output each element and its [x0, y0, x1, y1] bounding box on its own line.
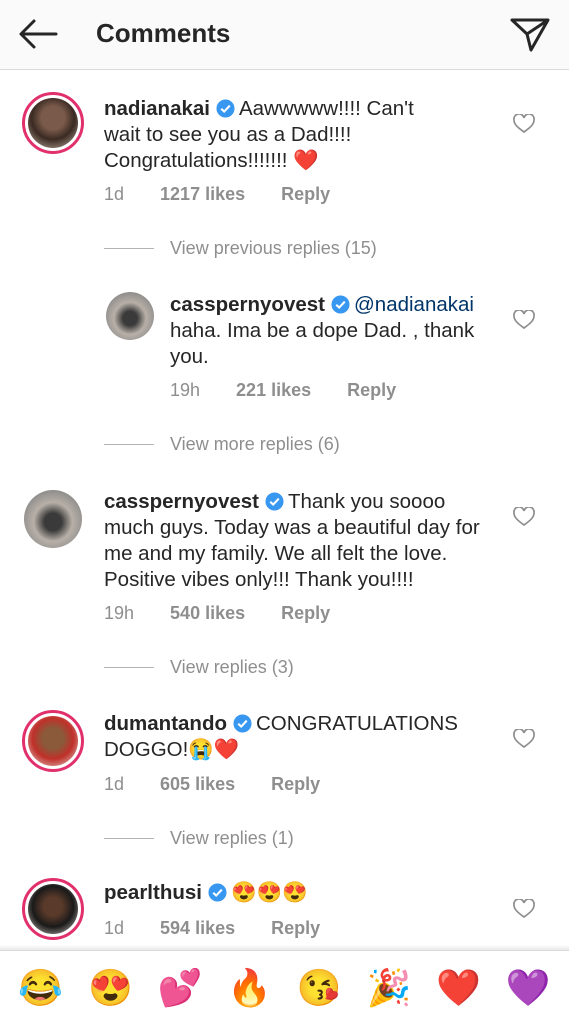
emoji-heart-eyes-icon[interactable]: 😍 [86, 967, 134, 1008]
verified-badge-icon [331, 295, 350, 314]
comment-username[interactable]: nadianakai [104, 97, 210, 120]
comment-username[interactable]: pearlthusi [104, 881, 202, 904]
verified-badge-icon [216, 99, 235, 118]
emoji-fire-icon[interactable]: 🔥 [226, 967, 274, 1008]
likes-count[interactable]: 221 likes [236, 380, 311, 400]
verified-badge-icon [208, 883, 227, 902]
reply-button[interactable]: Reply [271, 918, 320, 938]
view-replies-link[interactable]: View replies (1) [104, 828, 294, 849]
avatar[interactable] [22, 878, 84, 940]
comment-time: 19h [170, 380, 201, 400]
likes-count[interactable]: 540 likes [170, 603, 245, 623]
comment-time: 19h [104, 603, 135, 623]
reply-button[interactable]: Reply [271, 774, 320, 794]
page-title: Comments [96, 18, 231, 48]
comment-text: 😍😍😍 [230, 881, 308, 904]
emoji-party-popper-icon[interactable]: 🎉 [365, 967, 413, 1008]
emoji-two-hearts-icon[interactable]: 💕 [156, 967, 204, 1008]
emoji-red-heart-icon[interactable]: ❤️ [435, 967, 483, 1008]
comment-text: haha. Ima be a dope Dad. , thank you. [170, 319, 475, 368]
direct-message-icon[interactable] [509, 14, 551, 54]
emoji-quick-bar: 😂 😍 💕 🔥 😘 🎉 ❤️ 💜 [0, 950, 569, 1024]
reply-button[interactable]: Reply [347, 380, 396, 400]
emoji-kiss-icon[interactable]: 😘 [295, 967, 343, 1008]
comment-time: 1d [104, 184, 125, 204]
emoji-purple-heart-icon[interactable]: 💜 [504, 967, 552, 1008]
avatar[interactable] [22, 92, 84, 154]
comment-time: 1d [104, 774, 125, 794]
comment-time: 1d [104, 918, 125, 938]
likes-count[interactable]: 605 likes [160, 774, 235, 794]
like-heart-icon[interactable] [513, 507, 535, 527]
avatar[interactable] [22, 710, 84, 772]
view-replies-link[interactable]: View more replies (6) [104, 434, 340, 455]
back-arrow-icon[interactable] [16, 16, 60, 52]
avatar[interactable] [106, 292, 154, 340]
like-heart-icon[interactable] [513, 310, 535, 330]
view-replies-link[interactable]: View replies (3) [104, 657, 294, 678]
mention-link[interactable]: @nadianakai [354, 293, 474, 316]
comment-username[interactable]: casspernyovest [104, 490, 259, 513]
likes-count[interactable]: 1217 likes [160, 184, 245, 204]
verified-badge-icon [233, 714, 252, 733]
like-heart-icon[interactable] [513, 899, 535, 919]
reply-button[interactable]: Reply [281, 603, 330, 623]
avatar[interactable] [24, 490, 82, 548]
comment-username[interactable]: dumantando [104, 712, 227, 735]
header-bar: Comments [0, 0, 569, 70]
reply-button[interactable]: Reply [281, 184, 330, 204]
emoji-laughing-icon[interactable]: 😂 [17, 967, 65, 1008]
verified-badge-icon [265, 492, 284, 511]
like-heart-icon[interactable] [513, 114, 535, 134]
like-heart-icon[interactable] [513, 729, 535, 749]
likes-count[interactable]: 594 likes [160, 918, 235, 938]
comment-username[interactable]: casspernyovest [170, 293, 325, 316]
view-replies-link[interactable]: View previous replies (15) [104, 238, 377, 259]
